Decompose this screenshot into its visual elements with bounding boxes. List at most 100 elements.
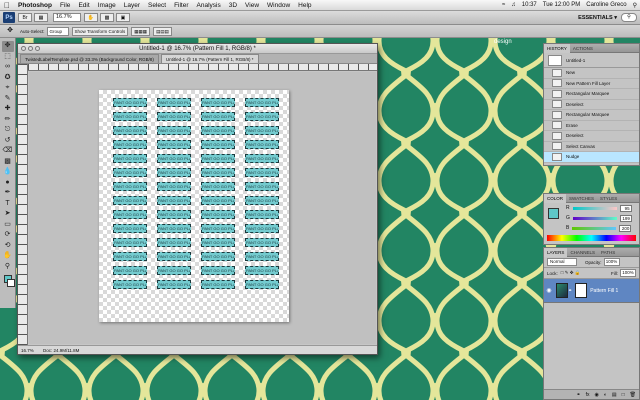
zoom-window-icon[interactable] bbox=[35, 46, 40, 51]
search-icon[interactable]: ⚲ bbox=[621, 13, 637, 22]
volume-icon[interactable]: ♫ bbox=[508, 2, 519, 8]
bridge-button[interactable]: Br bbox=[18, 13, 32, 22]
battery-status[interactable]: 10:37 bbox=[519, 2, 540, 8]
color-spectrum-bar[interactable] bbox=[547, 235, 636, 241]
view-extras-button[interactable]: ▦ bbox=[34, 13, 48, 22]
path-selection-tool-icon[interactable]: ➤ bbox=[2, 209, 14, 220]
zoom-level-field[interactable]: 16.7% bbox=[53, 13, 81, 22]
add-mask-icon[interactable]: ◉ bbox=[594, 392, 598, 398]
spotlight-icon[interactable]: ⚲ bbox=[630, 2, 640, 9]
history-step[interactable]: Deselect bbox=[544, 100, 639, 110]
canvas-area[interactable]: PANT GO GO PLANT PANT GO GO PLANT PANT GO … bbox=[29, 72, 376, 344]
blue-value-field[interactable]: 200 bbox=[619, 224, 632, 232]
green-value-field[interactable]: 199 bbox=[619, 214, 632, 222]
clone-stamp-tool-icon[interactable]: ⎋ bbox=[2, 125, 14, 136]
menu-help[interactable]: Help bbox=[294, 2, 315, 9]
menu-layer[interactable]: Layer bbox=[120, 2, 144, 9]
arrange-documents-button[interactable]: ▩ bbox=[100, 13, 114, 22]
blur-tool-icon[interactable]: 💧 bbox=[2, 167, 14, 178]
menu-edit[interactable]: Edit bbox=[74, 2, 93, 9]
menu-analysis[interactable]: Analysis bbox=[193, 2, 225, 9]
hand-tool-button[interactable]: ✋ bbox=[84, 13, 98, 22]
menu-filter[interactable]: Filter bbox=[170, 2, 192, 9]
new-layer-icon[interactable]: □ bbox=[622, 392, 625, 398]
apple-icon[interactable]:  bbox=[0, 1, 14, 10]
lasso-tool-icon[interactable]: ∞ bbox=[2, 62, 14, 73]
fx-icon[interactable]: fx bbox=[586, 392, 590, 398]
menu-select[interactable]: Select bbox=[144, 2, 170, 9]
auto-select-dropdown[interactable]: Group bbox=[46, 26, 69, 36]
history-step[interactable]: New bbox=[544, 68, 639, 79]
align-buttons[interactable]: ▦▦▦ bbox=[131, 26, 151, 36]
history-snapshot[interactable]: Untitled-1 bbox=[544, 53, 639, 68]
user-name[interactable]: Caroline Greco bbox=[583, 2, 629, 8]
marquee-tool-icon[interactable]: ⬚ bbox=[2, 52, 14, 63]
brush-tool-icon[interactable]: ✏ bbox=[2, 115, 14, 126]
history-step[interactable]: Deselect bbox=[544, 131, 639, 142]
dodge-tool-icon[interactable]: ● bbox=[2, 178, 14, 189]
workspace-switcher[interactable]: ESSENTIALS ▾ bbox=[578, 15, 617, 21]
quick-select-tool-icon[interactable]: ✪ bbox=[2, 73, 14, 84]
menu-window[interactable]: Window bbox=[263, 2, 294, 9]
distribute-buttons[interactable]: ▤▤▤ bbox=[153, 26, 172, 36]
layer-row-pattern-fill[interactable]: ◉ ⚭ Pattern Fill 1 bbox=[544, 279, 639, 303]
move-tool-icon[interactable]: ✥ bbox=[1, 41, 14, 52]
history-step[interactable]: Rectangular Marquee bbox=[544, 110, 639, 121]
tab-layers[interactable]: LAYERS bbox=[544, 247, 568, 257]
visibility-eye-icon[interactable]: ◉ bbox=[544, 287, 554, 294]
move-tool-preset-icon[interactable]: ✥ bbox=[3, 26, 17, 36]
layer-mask-thumbnail[interactable] bbox=[575, 283, 588, 298]
shape-tool-icon[interactable]: ▭ bbox=[2, 220, 14, 231]
menu-view[interactable]: View bbox=[241, 2, 263, 9]
history-step[interactable]: Rectangular Marquee bbox=[544, 89, 639, 100]
eraser-tool-icon[interactable]: ⌫ bbox=[2, 146, 14, 157]
gradient-tool-icon[interactable]: ▩ bbox=[2, 157, 14, 168]
history-step-current[interactable]: Nudge bbox=[544, 152, 639, 163]
tab-actions[interactable]: ACTIONS bbox=[570, 46, 596, 51]
tab-twisted-label-template[interactable]: TwistedLabelTemplate.psd @ 33.3% (Backgr… bbox=[20, 54, 159, 63]
trash-icon[interactable]: 🗑 bbox=[630, 392, 636, 398]
tab-channels[interactable]: CHANNELS bbox=[567, 250, 598, 255]
crop-tool-icon[interactable]: ⌖ bbox=[2, 83, 14, 94]
green-slider[interactable] bbox=[572, 216, 617, 220]
tab-untitled-1[interactable]: Untitled-1 @ 16.7% (Pattern Fill 1, RGB/… bbox=[160, 54, 259, 63]
history-step[interactable]: New Pattern Fill Layer bbox=[544, 79, 639, 89]
menu-app-name[interactable]: Photoshop bbox=[14, 2, 56, 9]
red-value-field[interactable]: 95 bbox=[619, 204, 632, 212]
menu-3d[interactable]: 3D bbox=[225, 2, 241, 9]
document-title-bar[interactable]: Untitled-1 @ 16.7% (Pattern Fill 1, RGB/… bbox=[18, 44, 377, 54]
blend-mode-dropdown[interactable]: Normal bbox=[547, 258, 577, 266]
color-panel-swatch[interactable] bbox=[548, 208, 559, 219]
tab-swatches[interactable]: SWATCHES bbox=[566, 196, 597, 201]
lock-icons[interactable]: □ ✎ ✥ 🔒 bbox=[561, 270, 581, 276]
link-layers-icon[interactable]: ⚭ bbox=[576, 392, 580, 398]
history-step[interactable]: Erase bbox=[544, 121, 639, 131]
clock[interactable]: Tue 12:00 PM bbox=[540, 2, 583, 8]
close-window-icon[interactable] bbox=[21, 46, 26, 51]
3d-orbit-tool-icon[interactable]: ⟲ bbox=[2, 241, 14, 252]
history-step[interactable]: Select Canvas bbox=[544, 142, 639, 152]
tab-color[interactable]: COLOR bbox=[544, 193, 567, 203]
new-group-icon[interactable]: ▤ bbox=[612, 392, 617, 398]
minimize-window-icon[interactable] bbox=[28, 46, 33, 51]
menu-file[interactable]: File bbox=[56, 2, 74, 9]
history-brush-tool-icon[interactable]: ↺ bbox=[2, 136, 14, 147]
status-zoom[interactable]: 16.7% bbox=[21, 348, 43, 353]
wifi-icon[interactable]: ≈ bbox=[499, 2, 508, 8]
healing-brush-tool-icon[interactable]: ✚ bbox=[2, 104, 14, 115]
3d-rotate-tool-icon[interactable]: ⟳ bbox=[2, 230, 14, 241]
menu-image[interactable]: Image bbox=[94, 2, 120, 9]
red-slider[interactable] bbox=[572, 206, 617, 210]
adjustment-layer-icon[interactable]: ◐ bbox=[604, 392, 607, 398]
tab-paths[interactable]: PATHS bbox=[598, 250, 618, 255]
document-canvas[interactable]: PANT GO GO PLANT PANT GO GO PLANT PANT GO … bbox=[99, 90, 289, 322]
zoom-tool-icon[interactable]: ⚲ bbox=[2, 262, 14, 273]
tab-styles[interactable]: STYLES bbox=[597, 196, 620, 201]
opacity-field[interactable]: 100% bbox=[603, 258, 620, 266]
fill-field[interactable]: 100% bbox=[620, 269, 636, 277]
hand-tool-icon[interactable]: ✋ bbox=[2, 251, 14, 262]
status-doc-size[interactable]: Doc: 24.9M/11.8M bbox=[43, 348, 79, 353]
pen-tool-icon[interactable]: ✒ bbox=[2, 188, 14, 199]
tab-history[interactable]: HISTORY bbox=[544, 43, 570, 53]
type-tool-icon[interactable]: T bbox=[2, 199, 14, 210]
